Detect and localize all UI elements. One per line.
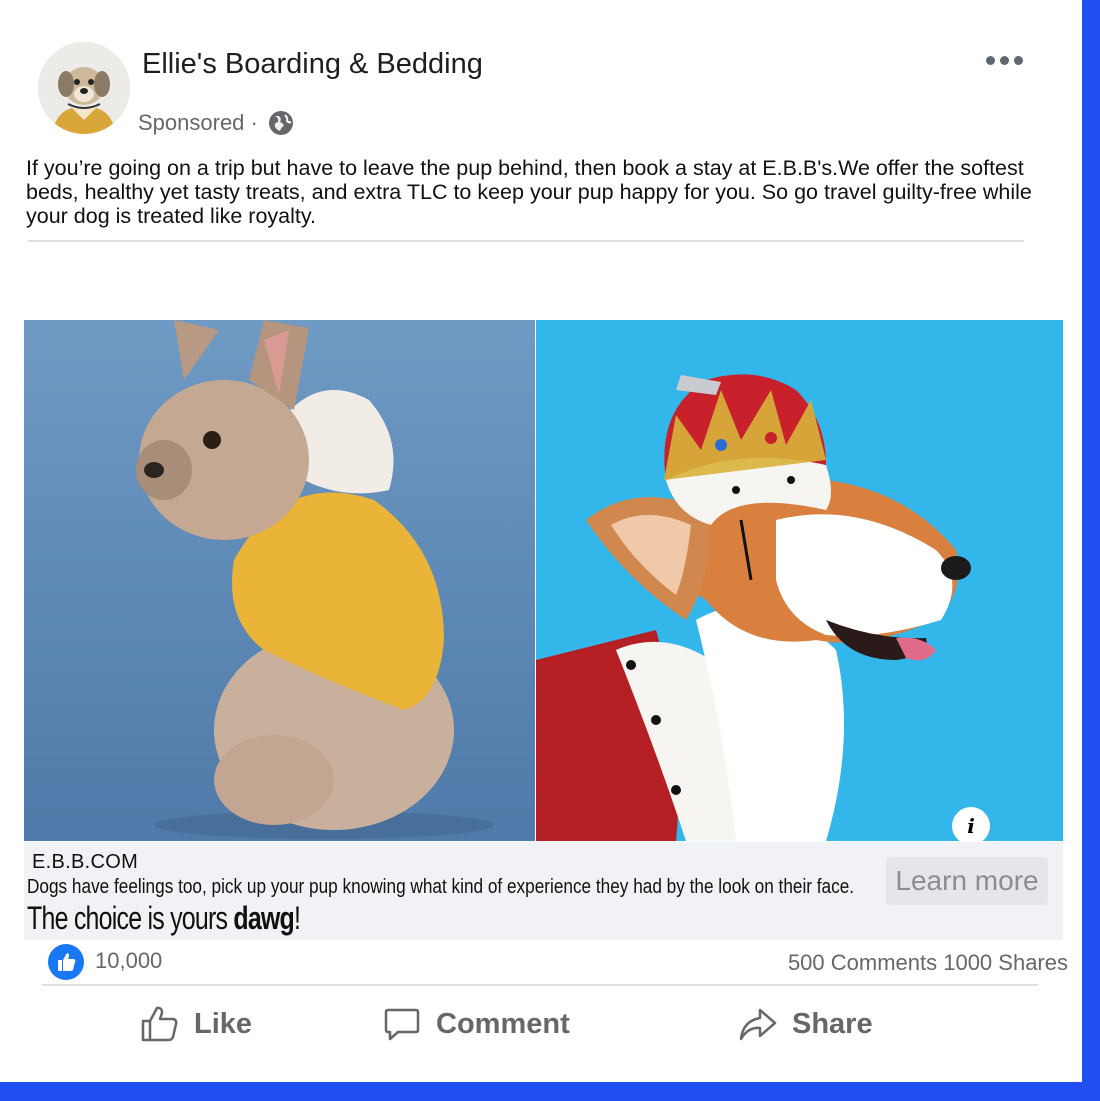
post-body-text: If you’re going on a trip but have to le… [26,156,1032,228]
share-label: Share [792,1007,873,1040]
comment-button[interactable]: Comment [382,996,570,1052]
sponsored-label: Sponsored · [138,110,294,136]
photo-corgi-crown[interactable] [536,320,1063,841]
like-button[interactable]: Like [140,996,252,1052]
page-avatar[interactable] [38,42,130,134]
page-name[interactable]: Ellie's Boarding & Bedding [142,48,483,81]
divider [28,240,1024,242]
link-domain: E.B.B.COM [32,851,139,873]
divider [42,984,1038,986]
like-count[interactable]: 10,000 [95,948,162,974]
photo-french-bulldog-hoodie[interactable] [24,320,535,841]
more-options-icon[interactable] [986,50,1030,70]
learn-more-button[interactable]: Learn more [886,857,1048,905]
comments-shares-count[interactable]: 500 Comments 1000 Shares [788,950,1068,976]
share-button[interactable]: Share [738,996,873,1052]
comment-bubble-icon [382,1004,422,1044]
like-label: Like [194,1007,253,1040]
like-reaction-icon[interactable] [48,944,84,980]
share-arrow-icon [738,1004,778,1044]
frame-border-bottom [0,1082,1100,1101]
info-icon[interactable]: i [952,807,990,845]
headline-bold-word: dawg [233,900,295,936]
link-description: Dogs have feelings too, pick up your pup… [27,876,855,898]
sponsored-text: Sponsored · [138,110,258,135]
comment-label: Comment [436,1007,570,1040]
thumbs-up-icon [140,1004,180,1044]
globe-icon [268,110,294,136]
link-headline: The choice is yours dawg! [27,900,301,937]
headline-suffix: ! [294,900,301,936]
frame-border-right [1082,0,1100,1101]
headline-text: The choice is yours [27,900,234,936]
